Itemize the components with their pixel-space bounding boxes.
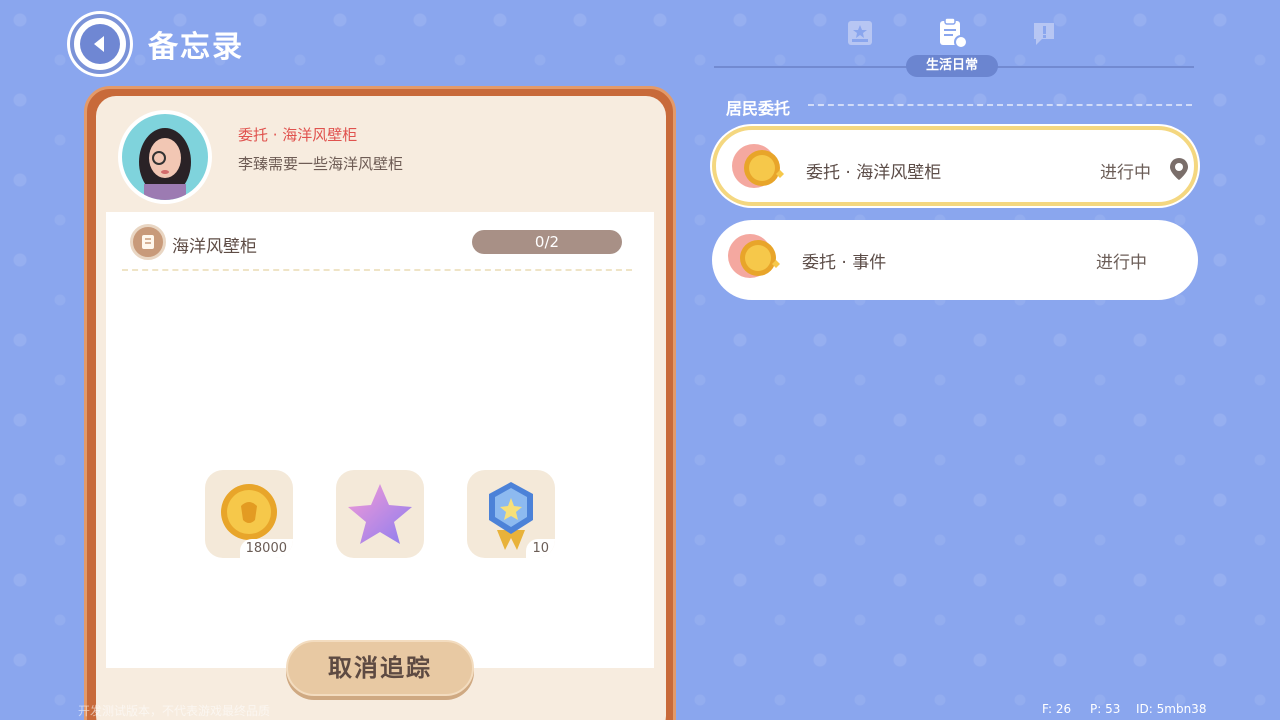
book-icon <box>848 21 872 45</box>
build-id: ID: 5mbn38 <box>1136 702 1207 716</box>
location-pin-icon[interactable] <box>1168 156 1190 184</box>
gold-coin-icon <box>728 234 780 278</box>
quest-status: 进行中 <box>1100 163 1151 183</box>
gold-coin-icon <box>732 144 784 188</box>
quest-title: 委托 · 海洋风壁柜 <box>238 126 358 144</box>
quest-name: 委托 · 事件 <box>802 253 887 273</box>
clipboard-icon <box>940 17 968 49</box>
quest-list-item[interactable]: 委托 · 海洋风壁柜 进行中 <box>712 126 1198 206</box>
tab-journal[interactable] <box>842 14 878 52</box>
requirement-progress: 0/2 <box>472 230 622 254</box>
tab-notice[interactable] <box>1026 14 1062 52</box>
ping-readout: P: 53 <box>1090 702 1121 716</box>
reward-coin[interactable]: 18000 <box>205 470 293 558</box>
dev-build-disclaimer: 开发测试版本，不代表游戏最终品质 <box>78 704 271 718</box>
active-tab-label: 生活日常 <box>906 55 998 77</box>
item-scroll-icon <box>130 224 166 260</box>
tab-daily-life[interactable] <box>934 14 970 52</box>
star-icon <box>348 484 412 544</box>
requirement-label: 海洋风壁柜 <box>172 237 257 257</box>
back-button[interactable] <box>70 14 130 74</box>
section-title: 居民委托 <box>726 99 791 118</box>
quest-name: 委托 · 海洋风壁柜 <box>806 163 942 183</box>
quest-detail-body <box>106 212 654 668</box>
reward-medal[interactable]: 10 <box>467 470 555 558</box>
divider <box>122 269 632 271</box>
quest-description: 李臻需要一些海洋风壁柜 <box>238 155 404 173</box>
npc-avatar <box>118 110 212 204</box>
reward-star[interactable] <box>336 470 424 558</box>
alert-bubble-icon <box>1034 23 1054 45</box>
reward-quantity: 18000 <box>239 539 293 558</box>
cancel-tracking-button[interactable]: 取消追踪 <box>286 640 474 696</box>
page-title: 备忘录 <box>148 30 244 65</box>
back-arrow-icon <box>80 24 120 64</box>
quest-list-item[interactable]: 委托 · 事件 进行中 <box>712 220 1198 300</box>
section-divider <box>808 104 1192 106</box>
quest-status: 进行中 <box>1096 253 1147 273</box>
fps-readout: F: 26 <box>1042 702 1072 716</box>
